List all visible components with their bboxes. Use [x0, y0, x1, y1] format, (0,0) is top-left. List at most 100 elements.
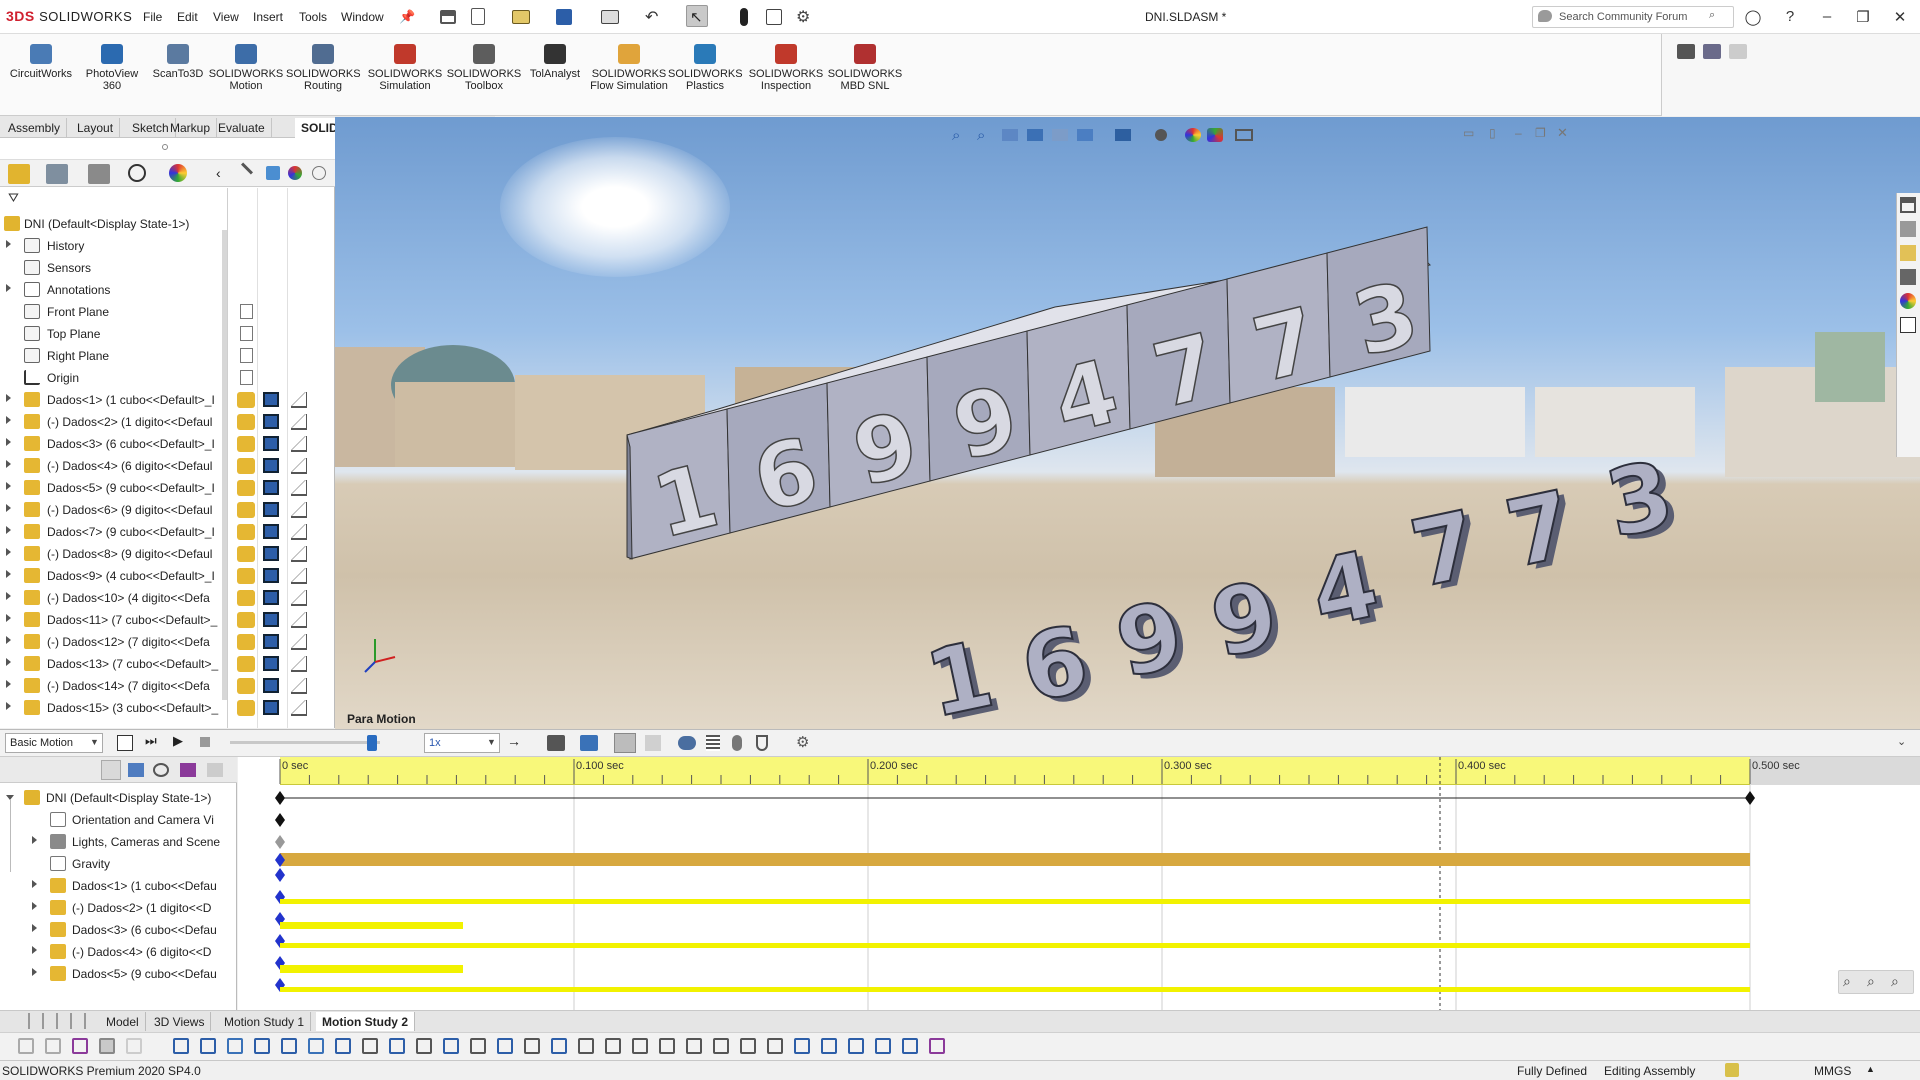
appearances-scenes-icon[interactable]: [1900, 293, 1916, 309]
ribbon-button-6[interactable]: SOLIDWORKS Toolbox: [446, 44, 522, 92]
zoom-to-fit-icon[interactable]: ⌕: [952, 127, 960, 144]
component-pattern-icon[interactable]: [237, 590, 255, 606]
tree-item[interactable]: Dados<15> (3 cubo<<Default>_: [0, 697, 228, 719]
solidworks-resources-icon[interactable]: [1900, 197, 1916, 213]
view-cube-icon[interactable]: [266, 166, 280, 180]
filter-vertices-icon[interactable]: [45, 1038, 61, 1054]
dynamic-annotation-icon[interactable]: [1052, 129, 1068, 141]
bottom-tab-3d-views[interactable]: 3D Views: [148, 1012, 212, 1031]
file-explorer-icon[interactable]: [1900, 245, 1916, 261]
component-pattern-icon[interactable]: [237, 458, 255, 474]
screenshot-icon[interactable]: [1703, 44, 1721, 59]
menu-file[interactable]: File: [143, 10, 162, 24]
filter-icon[interactable]: ⛛: [8, 190, 19, 206]
camera-icon[interactable]: [1677, 44, 1695, 59]
tree-item[interactable]: Dados<3> (6 cubo<<Default>_I: [0, 433, 228, 455]
ribbon-button-4[interactable]: SOLIDWORKS Routing: [286, 44, 361, 92]
viewport-maximize-icon[interactable]: ❐: [1535, 126, 1546, 140]
linear-pattern-icon[interactable]: [389, 1038, 405, 1054]
ribbon-button-3[interactable]: SOLIDWORKS Motion: [208, 44, 284, 92]
propertymanager-tab-icon[interactable]: [46, 164, 68, 184]
traffic-light-icon[interactable]: [740, 8, 748, 26]
component-pattern-icon[interactable]: [237, 656, 255, 672]
viewport-close-icon[interactable]: ✕: [1557, 125, 1568, 141]
pin-icon[interactable]: 📌: [399, 9, 415, 25]
previous-view-icon[interactable]: [1002, 129, 1018, 141]
display-pane-icon[interactable]: [263, 612, 279, 627]
tree-item[interactable]: Origin: [0, 367, 228, 389]
material-icon[interactable]: [291, 612, 307, 628]
display-pane-icon[interactable]: [263, 546, 279, 561]
tree-item[interactable]: Dados<7> (9 cubo<<Default>_I: [0, 521, 228, 543]
construction-icon[interactable]: [524, 1038, 540, 1054]
point-icon[interactable]: [173, 1038, 189, 1054]
menu-view[interactable]: View: [213, 10, 239, 24]
save-animation-icon[interactable]: [547, 735, 565, 751]
ribbon-button-10[interactable]: SOLIDWORKS Inspection: [748, 44, 824, 92]
mate-icon[interactable]: [362, 1038, 378, 1054]
component-pattern-icon[interactable]: [237, 678, 255, 694]
align-icon[interactable]: [821, 1038, 837, 1054]
display-manager-tab-icon[interactable]: [169, 164, 187, 182]
expand-arrow-icon[interactable]: [6, 504, 11, 512]
display-pane-icon[interactable]: [263, 634, 279, 649]
appearance-icon[interactable]: [288, 166, 302, 180]
motor-icon[interactable]: [678, 736, 696, 750]
expand-arrow-icon[interactable]: [6, 658, 11, 666]
apply-scene-icon[interactable]: [1207, 128, 1223, 142]
origin-target-icon[interactable]: [497, 1038, 513, 1054]
save-icon[interactable]: [556, 9, 572, 25]
zoom-out-timeline-icon[interactable]: ⌕: [1891, 973, 1899, 990]
ribbon-button-2[interactable]: ScanTo3D: [148, 44, 208, 80]
file-properties-icon[interactable]: [766, 9, 782, 25]
tree-item[interactable]: Front Plane: [0, 301, 228, 323]
material-icon[interactable]: [291, 524, 307, 540]
expand-arrow-icon[interactable]: [6, 702, 11, 710]
material-icon[interactable]: [291, 656, 307, 672]
graphics-area[interactable]: 16994773 1166999944777733 ⌕ ⌕ ▭ ▯ – ❐ ✕: [335, 117, 1920, 729]
add-key-icon[interactable]: [645, 735, 661, 751]
filter-edges-icon[interactable]: [72, 1038, 88, 1054]
search-community-input[interactable]: Search Community Forum: [1532, 6, 1734, 28]
stop-icon[interactable]: [200, 737, 210, 747]
mate-status-icon[interactable]: [240, 304, 253, 319]
expand-arrow-icon[interactable]: [6, 614, 11, 622]
tree-item[interactable]: Annotations: [0, 279, 228, 301]
chevron-left-icon[interactable]: ‹: [216, 165, 221, 181]
tree-item[interactable]: Sensors: [0, 257, 228, 279]
sketch-icon[interactable]: [254, 1038, 270, 1054]
table-icon[interactable]: [578, 1038, 594, 1054]
spline-icon[interactable]: [659, 1038, 675, 1054]
splitter-handle-icon[interactable]: [162, 144, 168, 150]
centerline-icon[interactable]: [470, 1038, 486, 1054]
material-icon[interactable]: [291, 458, 307, 474]
display-pane-icon[interactable]: [263, 656, 279, 671]
display-pane-icon[interactable]: [263, 392, 279, 407]
ribbon-button-8[interactable]: SOLIDWORKS Flow Simulation: [586, 44, 672, 92]
options-gear-icon[interactable]: ⚙: [796, 7, 810, 27]
account-icon[interactable]: ◯: [1744, 8, 1762, 26]
display-pane-icon[interactable]: [263, 480, 279, 495]
filter-icon[interactable]: [18, 1038, 34, 1054]
tree-item[interactable]: Dados<9> (4 cubo<<Default>_I: [0, 565, 228, 587]
expand-arrow-icon[interactable]: [6, 240, 11, 248]
image-icon[interactable]: [767, 1038, 783, 1054]
record-macro-icon[interactable]: [929, 1038, 945, 1054]
featuremanager-tab-icon[interactable]: [8, 164, 30, 184]
menu-edit[interactable]: Edit: [177, 10, 198, 24]
split-icon[interactable]: [848, 1038, 864, 1054]
timeline-tracks[interactable]: [0, 757, 1920, 1010]
tree-item[interactable]: History: [0, 235, 228, 257]
tree-item[interactable]: (-) Dados<8> (9 digito<<Defaul: [0, 543, 228, 565]
tree-item[interactable]: (-) Dados<4> (6 digito<<Defaul: [0, 455, 228, 477]
part-3d-icon[interactable]: [281, 1038, 297, 1054]
note-icon[interactable]: [605, 1038, 621, 1054]
expand-arrow-icon[interactable]: [6, 482, 11, 490]
tree-item[interactable]: (-) Dados<6> (9 digito<<Defaul: [0, 499, 228, 521]
panel-splitter[interactable]: [0, 138, 335, 160]
playback-mode-icon[interactable]: →: [507, 733, 521, 749]
key-point-icon[interactable]: [275, 835, 285, 849]
weld-icon[interactable]: [686, 1038, 702, 1054]
expand-arrow-icon[interactable]: [6, 416, 11, 424]
zoom-timeline-icon[interactable]: ⌕: [1843, 973, 1851, 990]
